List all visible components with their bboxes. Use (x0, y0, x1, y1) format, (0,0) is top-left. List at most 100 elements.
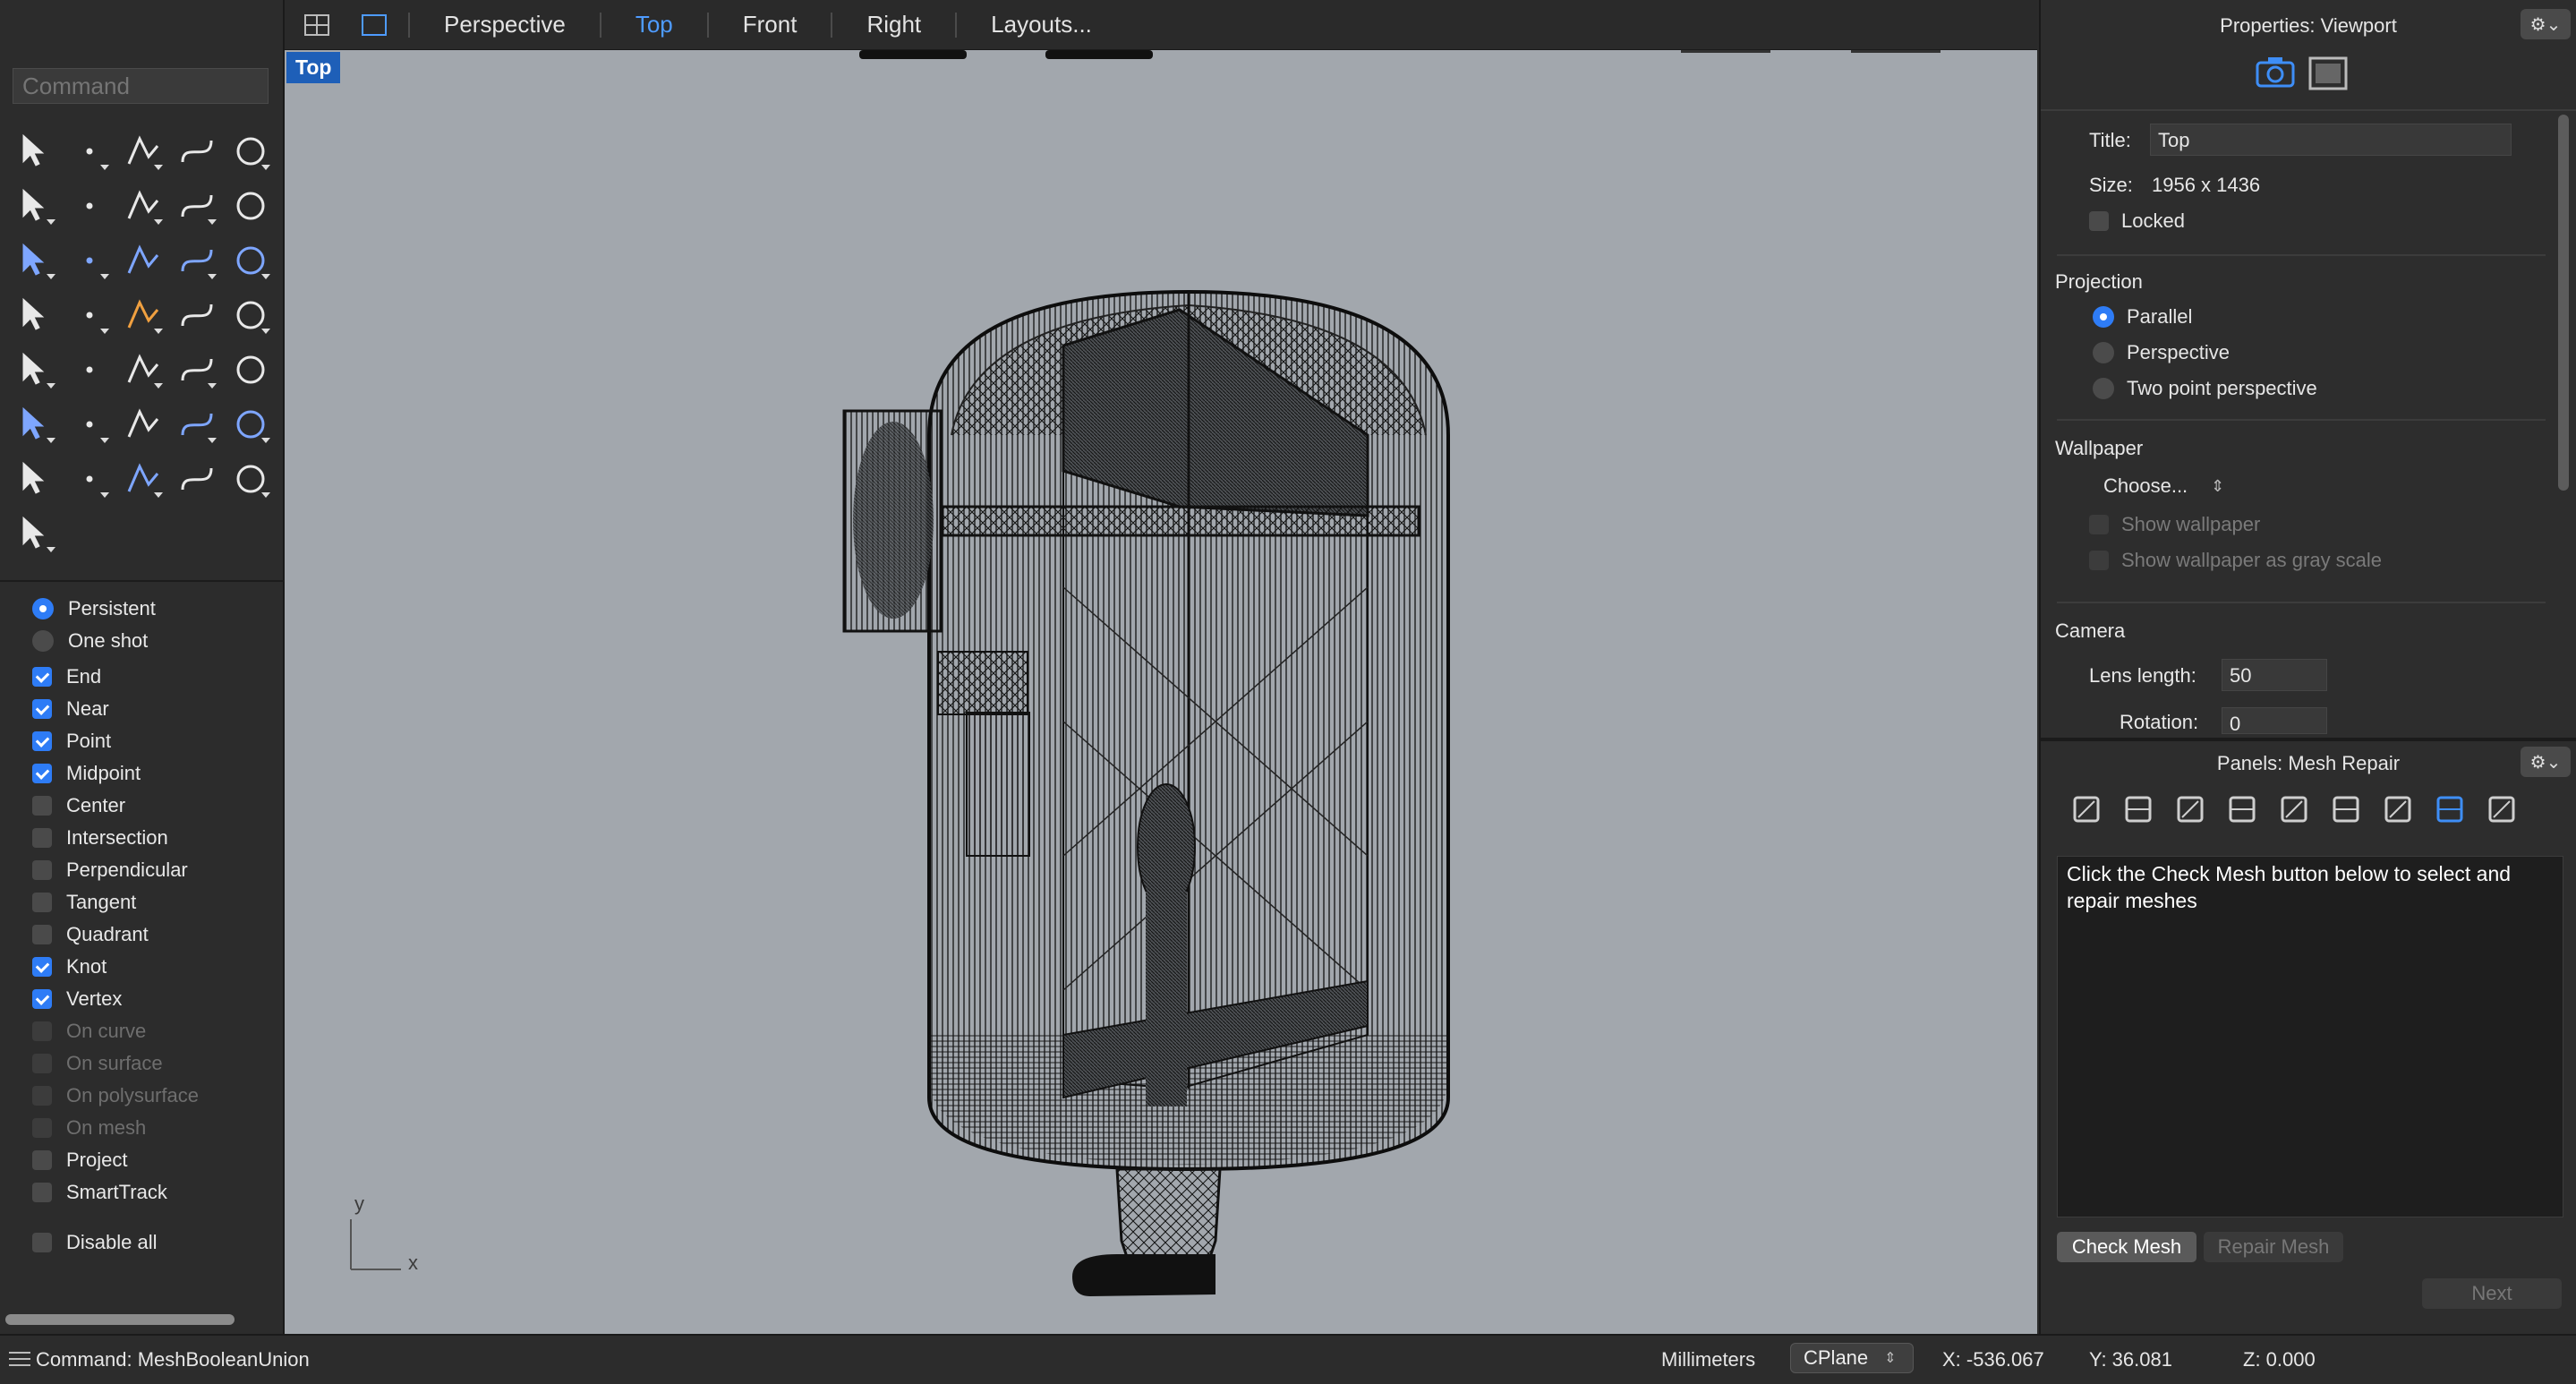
tab-front[interactable]: Front (727, 11, 814, 38)
layers-icon[interactable] (2060, 786, 2112, 833)
title-field[interactable]: Top (2150, 124, 2512, 156)
tab-right[interactable]: Right (850, 11, 937, 38)
group-icon[interactable] (63, 342, 116, 397)
panels-gear-button[interactable]: ⚙⌄ (2521, 747, 2571, 777)
fillet-icon[interactable] (224, 178, 277, 233)
checkbox[interactable] (32, 699, 52, 719)
materials-icon[interactable] (2112, 786, 2164, 833)
checkbox[interactable] (32, 860, 52, 880)
array-icon[interactable] (63, 397, 116, 451)
help-icon[interactable] (2372, 786, 2424, 833)
single-viewport-icon[interactable] (358, 12, 390, 38)
checkbox[interactable] (32, 796, 52, 816)
cylinder-icon[interactable] (224, 233, 277, 287)
trim-icon[interactable] (170, 287, 224, 342)
curve-blend-icon[interactable] (116, 342, 170, 397)
display-icon[interactable] (2320, 786, 2372, 833)
lens-field[interactable]: 50 (2222, 659, 2327, 691)
split-icon[interactable] (116, 287, 170, 342)
render-icon[interactable] (224, 451, 277, 506)
next-button[interactable]: Next (2422, 1278, 2562, 1309)
rectangle-icon[interactable] (116, 178, 170, 233)
polygon-icon[interactable] (63, 178, 116, 233)
checkbox[interactable] (32, 667, 52, 687)
drape-icon[interactable] (116, 451, 170, 506)
ruler-icon[interactable] (63, 451, 116, 506)
object-icon[interactable] (2216, 786, 2268, 833)
tab-top[interactable]: Top (619, 11, 689, 38)
osnap-center[interactable]: Center (32, 790, 274, 822)
checkbox[interactable] (32, 764, 52, 783)
radio[interactable] (2093, 342, 2114, 363)
osnap-intersection[interactable]: Intersection (32, 822, 274, 854)
radio-one-shot[interactable] (32, 630, 54, 652)
osnap-project[interactable]: Project (32, 1144, 274, 1176)
osnap-near[interactable]: Near (32, 693, 274, 725)
osnap-midpoint[interactable]: Midpoint (32, 757, 274, 790)
viewport-label[interactable]: Top (286, 52, 341, 83)
viewport-top[interactable]: Top y x (285, 50, 2037, 1334)
text-icon[interactable] (224, 342, 277, 397)
command-input[interactable] (13, 68, 269, 104)
plane-icon[interactable] (9, 287, 63, 342)
vertical-scrollbar[interactable] (2558, 115, 2569, 491)
viewport-icon[interactable] (2307, 56, 2349, 96)
osnap-quadrant[interactable]: Quadrant (32, 918, 274, 951)
arc-icon[interactable] (170, 178, 224, 233)
osnap-knot[interactable]: Knot (32, 951, 274, 983)
polyline-icon[interactable] (116, 124, 170, 178)
wallpaper-choose-dropdown[interactable]: Choose... ⇕ (2103, 474, 2224, 498)
menu-lines-icon[interactable] (9, 1350, 30, 1372)
checkbox[interactable] (32, 989, 52, 1009)
checkmark-icon[interactable] (170, 451, 224, 506)
point-icon[interactable] (63, 124, 116, 178)
tab-perspective[interactable]: Perspective (428, 11, 582, 38)
scale-icon[interactable] (116, 397, 170, 451)
mesh-repair-icon[interactable] (2424, 786, 2476, 833)
cplane-dropdown[interactable]: CPlane ⇕ (1790, 1343, 1914, 1373)
select-arrow-icon[interactable] (9, 124, 63, 178)
check-mesh-button[interactable]: Check Mesh (2057, 1232, 2196, 1262)
extrude-icon[interactable] (63, 233, 116, 287)
checkbox[interactable] (32, 1150, 52, 1170)
osnap-mode-one-shot[interactable]: One shot (32, 625, 274, 657)
osnap-disable-all[interactable]: Disable all (32, 1226, 274, 1259)
surface-icon[interactable] (9, 233, 63, 287)
dimension-icon[interactable] (224, 397, 277, 451)
sheet-icon[interactable] (2476, 786, 2528, 833)
grid-layout-icon[interactable] (301, 12, 333, 38)
repair-mesh-button[interactable]: Repair Mesh (2204, 1232, 2343, 1262)
checkbox[interactable] (32, 731, 52, 751)
locked-checkbox-row[interactable]: Locked (2089, 209, 2185, 233)
osnap-mode-persistent[interactable]: Persistent (32, 593, 274, 625)
paint-icon[interactable] (9, 506, 63, 560)
rotation-field[interactable]: 0 (2222, 707, 2327, 735)
checkbox[interactable] (32, 893, 52, 912)
checkbox[interactable] (32, 925, 52, 944)
osnap-smarttrack[interactable]: SmartTrack (32, 1176, 274, 1209)
projection-two-point-perspective[interactable]: Two point perspective (2093, 371, 2317, 406)
circle-icon[interactable] (224, 124, 277, 178)
checkbox[interactable] (32, 1183, 52, 1202)
units-label[interactable]: Millimeters (1661, 1348, 1755, 1371)
camera-icon[interactable] (2254, 54, 2297, 94)
horizontal-scrollbar[interactable] (5, 1314, 235, 1325)
osnap-vertex[interactable]: Vertex (32, 983, 274, 1015)
checkbox[interactable] (32, 1233, 52, 1252)
tab-layouts[interactable]: Layouts... (975, 11, 1108, 38)
radio[interactable] (2093, 378, 2114, 399)
document-icon[interactable] (2164, 786, 2216, 833)
mesh-box-icon[interactable] (170, 397, 224, 451)
explode-icon[interactable] (63, 287, 116, 342)
command-history[interactable]: Command: MeshBooleanUnion (36, 1348, 310, 1371)
osnap-tangent[interactable]: Tangent (32, 886, 274, 918)
osnap-perpendicular[interactable]: Perpendicular (32, 854, 274, 886)
box-icon[interactable] (116, 233, 170, 287)
curve-icon[interactable] (170, 124, 224, 178)
checkbox[interactable] (2089, 211, 2109, 231)
sphere-icon[interactable] (170, 233, 224, 287)
projection-parallel[interactable]: Parallel (2093, 299, 2317, 335)
projection-perspective[interactable]: Perspective (2093, 335, 2317, 371)
checkbox[interactable] (32, 957, 52, 977)
notes-icon[interactable] (2268, 786, 2320, 833)
